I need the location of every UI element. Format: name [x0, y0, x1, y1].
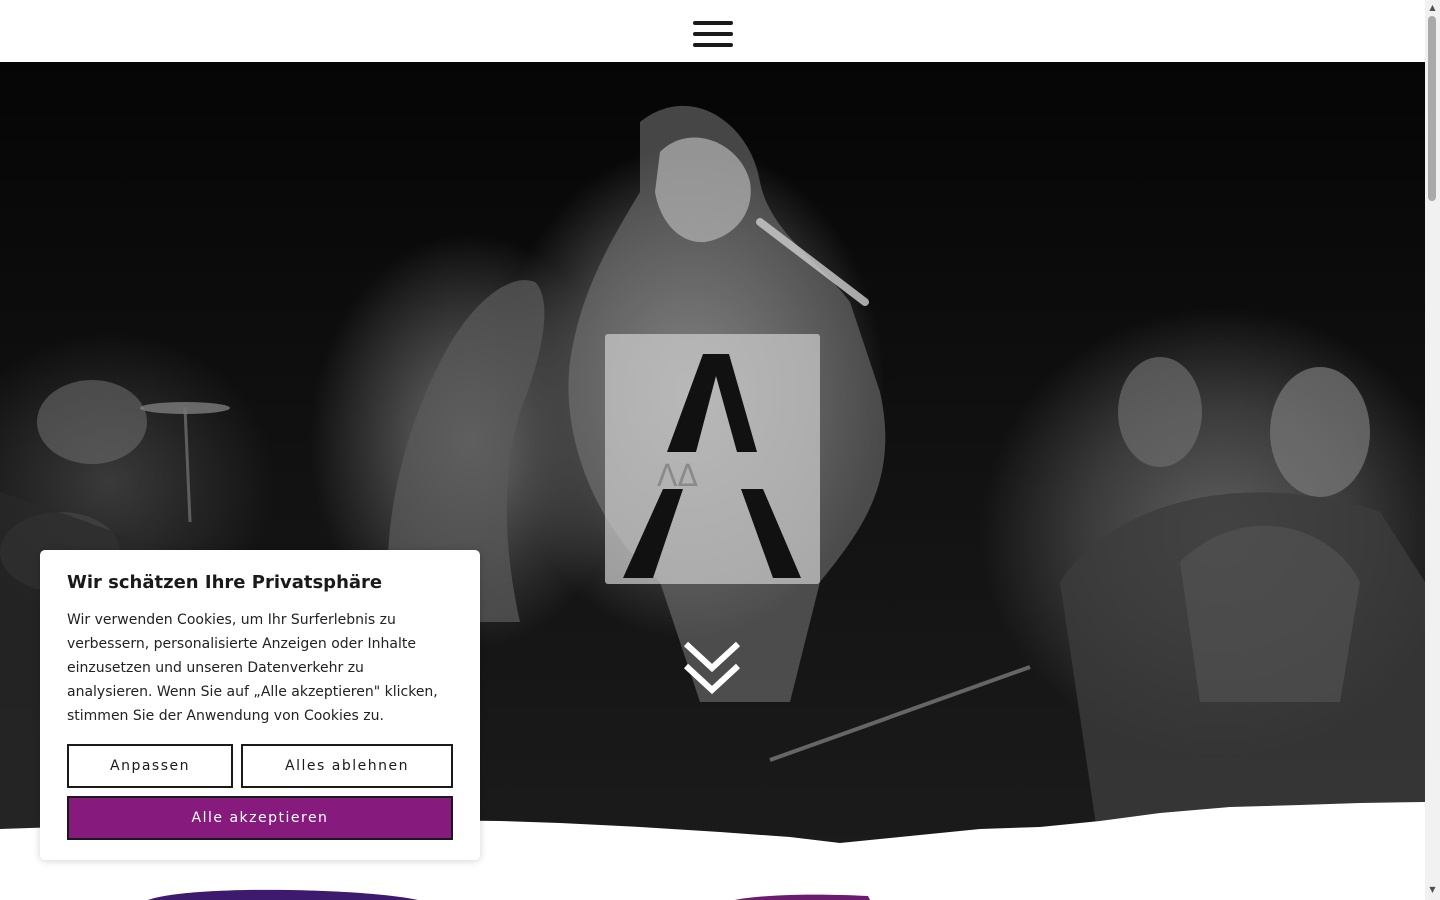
cookie-consent-banner: Wir schätzen Ihre Privatsphäre Wir verwe… — [40, 550, 480, 860]
brand-logo: ΛΔ — [605, 334, 820, 584]
svg-text:ΛΔ: ΛΔ — [657, 459, 699, 494]
cookie-banner-title: Wir schätzen Ihre Privatsphäre — [67, 572, 383, 593]
customize-button[interactable]: Anpassen — [67, 744, 233, 788]
cookie-button-row: Anpassen Alles ablehnen — [67, 744, 453, 788]
site-header — [0, 0, 1425, 62]
accept-all-button[interactable]: Alle akzeptieren — [67, 796, 453, 840]
cookie-banner-text: Wir verwenden Cookies, um Ihr Surferlebn… — [67, 612, 438, 724]
scroll-down-arrow-icon[interactable]: ▼ — [1425, 884, 1440, 896]
scrollbar-thumb[interactable] — [1428, 16, 1436, 201]
brush-strokes-decor — [148, 889, 870, 900]
page-scrollbar[interactable]: ▲ ▼ — [1425, 0, 1440, 900]
logo-letter-a-icon: ΛΔ — [623, 354, 801, 578]
double-chevron-down-icon[interactable] — [683, 640, 741, 698]
reject-all-button[interactable]: Alles ablehnen — [241, 744, 453, 788]
scroll-up-arrow-icon[interactable]: ▲ — [1425, 2, 1440, 14]
hamburger-menu-icon[interactable] — [693, 19, 733, 49]
